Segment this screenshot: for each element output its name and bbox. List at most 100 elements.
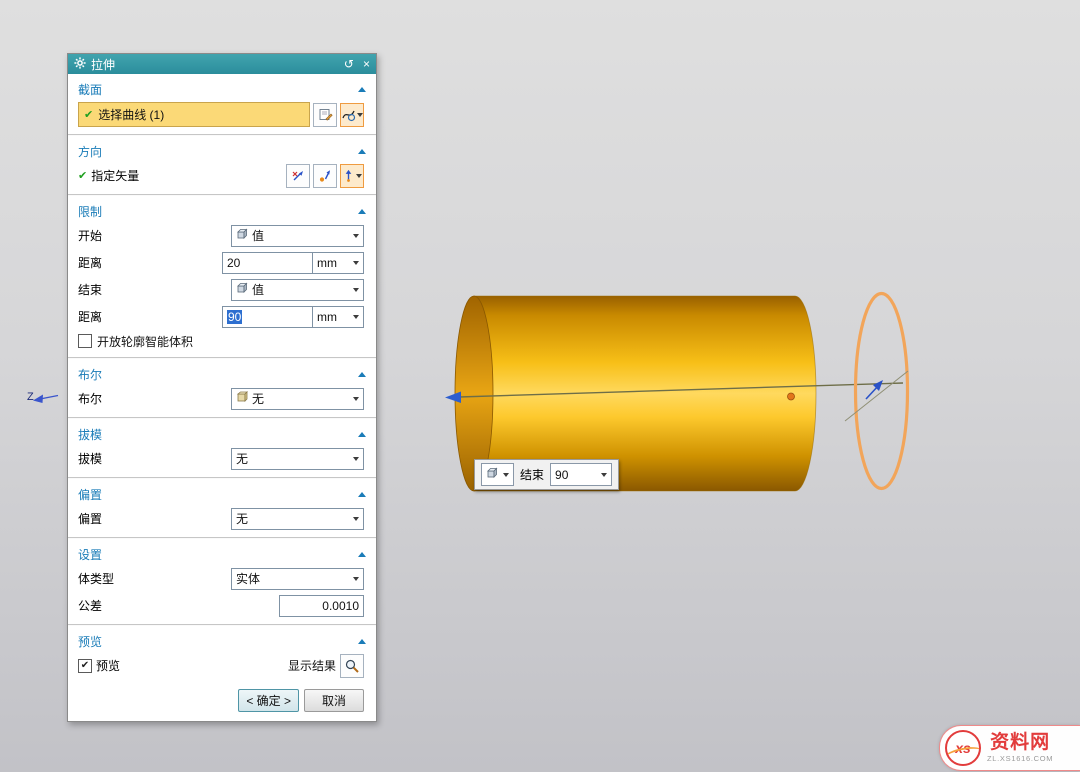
direction-arrow-icon[interactable] <box>445 392 461 404</box>
section-header-boolean[interactable]: 布尔 <box>68 362 376 385</box>
start-mode-row: 开始 值 <box>68 223 376 248</box>
tolerance-value: 0.0010 <box>322 599 359 613</box>
section-divider <box>68 624 376 626</box>
start-distance-input[interactable]: 20 <box>222 252 313 274</box>
collapse-chevron-icon <box>358 209 366 214</box>
end-label: 结束 <box>520 466 544 483</box>
inferred-vector-button[interactable] <box>313 164 337 188</box>
chevron-down-icon <box>353 315 359 319</box>
collapse-chevron-icon <box>358 432 366 437</box>
distance-drag-handle[interactable] <box>788 393 795 400</box>
open-profile-checkbox[interactable] <box>78 334 92 348</box>
section-title: 偏置 <box>78 486 102 503</box>
section-divider <box>68 417 376 419</box>
body-type-dropdown[interactable]: 实体 <box>231 568 364 590</box>
onscreen-limit-toolbar: 结束 90 <box>474 459 619 490</box>
collapse-chevron-icon <box>358 639 366 644</box>
chevron-down-icon <box>356 174 362 178</box>
specify-vector-row: ✔ 指定矢量 <box>68 163 376 188</box>
collapse-chevron-icon <box>358 492 366 497</box>
cube-icon <box>236 282 248 297</box>
check-icon: ✔ <box>81 661 89 671</box>
end-distance-value: 90 <box>227 310 242 324</box>
body-type-row: 体类型 实体 <box>68 566 376 591</box>
section-header-direction[interactable]: 方向 <box>68 139 376 162</box>
end-distance-input[interactable]: 90 <box>222 306 313 328</box>
close-button[interactable]: × <box>363 58 370 70</box>
open-profile-row: 开放轮廓智能体积 <box>68 331 376 351</box>
show-result-button[interactable] <box>340 654 364 678</box>
show-result-label: 显示结果 <box>288 657 336 674</box>
collapse-chevron-icon <box>358 372 366 377</box>
watermark-title: 资料网 <box>990 733 1050 752</box>
dialog-titlebar[interactable]: 拉伸 ↺ × <box>68 54 376 74</box>
collapse-chevron-icon <box>358 552 366 557</box>
section-divider <box>68 357 376 359</box>
open-profile-label: 开放轮廓智能体积 <box>97 333 193 350</box>
section-header-section[interactable]: 截面 <box>68 77 376 100</box>
cancel-button[interactable]: 取消 <box>304 689 364 712</box>
cube-icon <box>236 228 248 243</box>
section-divider <box>68 477 376 479</box>
end-mode-value: 值 <box>252 281 264 298</box>
offset-dropdown[interactable]: 无 <box>231 508 364 530</box>
reset-button[interactable]: ↺ <box>344 58 354 70</box>
dialog-button-row: < 确定 > 取消 <box>68 689 376 721</box>
start-mode-value: 值 <box>252 227 264 244</box>
dialog-title: 拉伸 <box>91 56 115 73</box>
end-mode-dropdown[interactable] <box>481 463 514 486</box>
offset-label: 偏置 <box>78 510 102 527</box>
vector-type-dropdown-button[interactable] <box>340 164 364 188</box>
watermark: xs 资料网 ZL.XS1616.COM <box>939 725 1080 771</box>
extrude-dialog: 拉伸 ↺ × 截面 ✔ 选择曲线 (1) <box>67 53 377 722</box>
watermark-subtitle: ZL.XS1616.COM <box>987 755 1053 763</box>
section-title: 布尔 <box>78 366 102 383</box>
boolean-label: 布尔 <box>78 390 102 407</box>
sketch-section-button[interactable] <box>313 103 337 127</box>
draft-dropdown[interactable]: 无 <box>231 448 364 470</box>
specify-vector-label-group: ✔ 指定矢量 <box>78 167 139 184</box>
end-mode-dropdown[interactable]: 值 <box>231 279 364 301</box>
sketch-circle[interactable] <box>845 294 908 489</box>
section-header-settings[interactable]: 设置 <box>68 542 376 565</box>
collapse-chevron-icon <box>358 149 366 154</box>
watermark-logo-text: xs <box>955 740 971 756</box>
end-value: 90 <box>555 468 568 482</box>
curve-select-icon <box>341 107 356 122</box>
section-header-offset[interactable]: 偏置 <box>68 482 376 505</box>
section-header-limits[interactable]: 限制 <box>68 199 376 222</box>
end-unit-value: mm <box>317 310 337 324</box>
watermark-logo-icon: xs <box>945 730 981 766</box>
vector-dialog-icon <box>291 169 305 183</box>
section-header-preview[interactable]: 预览 <box>68 629 376 652</box>
vector-dialog-button[interactable] <box>286 164 310 188</box>
preview-label: 预览 <box>96 657 120 674</box>
draft-row: 拔模 无 <box>68 446 376 471</box>
end-unit-dropdown[interactable]: mm <box>313 306 364 328</box>
preview-checkbox[interactable]: ✔ <box>78 659 92 673</box>
chevron-down-icon <box>353 457 359 461</box>
end-distance-label: 距离 <box>78 308 102 325</box>
specify-vector-label: 指定矢量 <box>91 167 139 184</box>
tolerance-input[interactable]: 0.0010 <box>279 595 364 617</box>
start-distance-value: 20 <box>227 256 240 270</box>
collapse-chevron-icon <box>358 87 366 92</box>
offset-row: 偏置 无 <box>68 506 376 531</box>
start-unit-dropdown[interactable]: mm <box>313 252 364 274</box>
section-title: 截面 <box>78 81 102 98</box>
boolean-none-icon <box>236 391 248 406</box>
select-curve-label: 选择曲线 (1) <box>98 106 164 123</box>
magnifier-icon <box>344 658 360 674</box>
section-header-draft[interactable]: 拔模 <box>68 422 376 445</box>
body-type-value: 实体 <box>236 570 260 587</box>
section-title: 设置 <box>78 546 102 563</box>
boolean-value: 无 <box>252 390 264 407</box>
select-curve-field[interactable]: ✔ 选择曲线 (1) <box>78 102 310 127</box>
gear-icon <box>74 57 86 72</box>
ok-button[interactable]: < 确定 > <box>238 689 299 712</box>
cube-icon <box>486 467 498 482</box>
curve-select-button[interactable] <box>340 103 364 127</box>
end-value-dropdown[interactable]: 90 <box>550 463 612 486</box>
boolean-dropdown[interactable]: 无 <box>231 388 364 410</box>
start-mode-dropdown[interactable]: 值 <box>231 225 364 247</box>
